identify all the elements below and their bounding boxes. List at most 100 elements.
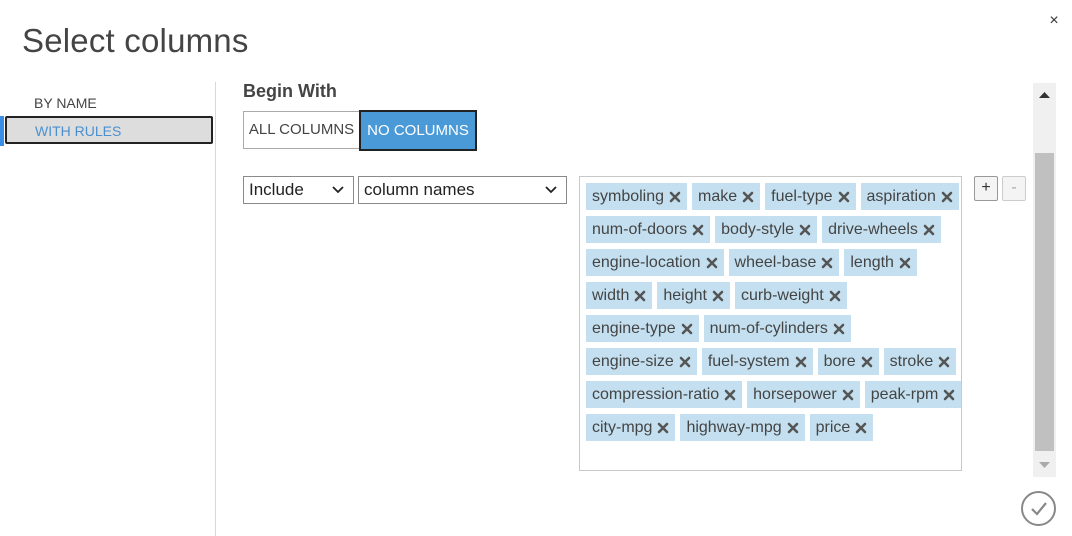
remove-tag-icon[interactable]	[706, 257, 718, 269]
column-tag-box[interactable]: symboling make fuel-type aspiration num-of-d…	[579, 176, 962, 471]
close-icon[interactable]: ×	[1046, 12, 1062, 30]
tag-row: num-of-doors body-style drive-wheels	[586, 216, 961, 243]
column-tag: stroke	[883, 348, 957, 375]
column-tag: fuel-system	[701, 348, 813, 375]
add-rule-button[interactable]: +	[974, 176, 998, 201]
column-tag: peak-rpm	[864, 381, 962, 408]
remove-tag-icon[interactable]	[787, 422, 799, 434]
column-tag-label: engine-size	[592, 352, 674, 370]
column-tag-label: bore	[823, 352, 856, 370]
column-tag-label: width	[592, 286, 630, 304]
remove-tag-icon[interactable]	[724, 389, 736, 401]
chevron-down-icon	[332, 186, 344, 194]
remove-tag-icon[interactable]	[657, 422, 669, 434]
column-tag-label: stroke	[889, 352, 934, 370]
ok-button[interactable]	[1021, 491, 1056, 526]
remove-tag-icon[interactable]	[821, 257, 833, 269]
column-names-select-value: column names	[364, 180, 475, 199]
all-columns-button[interactable]: ALL COLUMNS	[243, 111, 360, 149]
checkmark-icon	[1031, 502, 1047, 516]
remove-tag-icon[interactable]	[681, 323, 693, 335]
column-names-select[interactable]: column names	[358, 176, 567, 204]
tag-row: compression-ratio horsepower peak-rpm	[586, 381, 962, 408]
column-tag: highway-mpg	[680, 414, 805, 441]
column-tag: make	[692, 183, 761, 210]
sidebar-item-with-rules[interactable]: WITH RULES	[5, 116, 213, 144]
column-tag: wheel-base	[728, 249, 840, 276]
remove-rule-button[interactable]: -	[1002, 176, 1026, 201]
column-tag: body-style	[715, 216, 818, 243]
column-tag: horsepower	[747, 381, 860, 408]
column-tag: width	[586, 282, 653, 309]
sidebar: BY NAME WITH RULES	[0, 82, 216, 536]
column-tag-label: body-style	[721, 220, 795, 238]
column-tag-label: length	[850, 253, 894, 271]
chevron-down-icon	[545, 186, 557, 194]
sidebar-divider	[215, 82, 216, 536]
include-select[interactable]: Include	[243, 176, 354, 204]
tag-row: engine-type num-of-cylinders	[586, 315, 961, 342]
column-tag-label: fuel-type	[771, 187, 833, 205]
scroll-up-arrow-icon[interactable]	[1033, 83, 1056, 107]
column-tag-label: peak-rpm	[870, 385, 939, 403]
remove-tag-icon[interactable]	[679, 356, 691, 368]
column-tag-label: compression-ratio	[592, 385, 720, 403]
scroll-down-arrow-icon[interactable]	[1033, 453, 1056, 477]
column-tag: symboling	[586, 183, 688, 210]
remove-tag-icon[interactable]	[712, 290, 724, 302]
tag-row: city-mpg highway-mpg price	[586, 414, 961, 441]
remove-tag-icon[interactable]	[669, 191, 681, 203]
remove-tag-icon[interactable]	[861, 356, 873, 368]
remove-tag-icon[interactable]	[829, 290, 841, 302]
column-tag-label: engine-location	[592, 253, 701, 271]
remove-tag-icon[interactable]	[938, 356, 950, 368]
column-tag-label: horsepower	[753, 385, 837, 403]
column-tag: bore	[817, 348, 879, 375]
column-tag-label: engine-type	[592, 319, 676, 337]
column-tag-label: fuel-system	[707, 352, 790, 370]
column-tag-label: num-of-doors	[592, 220, 688, 238]
remove-tag-icon[interactable]	[795, 356, 807, 368]
remove-tag-icon[interactable]	[842, 389, 854, 401]
column-tag: compression-ratio	[586, 381, 743, 408]
column-tag: height	[657, 282, 730, 309]
remove-tag-icon[interactable]	[742, 191, 754, 203]
column-tag: num-of-doors	[586, 216, 711, 243]
column-tag-label: num-of-cylinders	[709, 319, 828, 337]
column-tag: engine-type	[586, 315, 699, 342]
remove-tag-icon[interactable]	[855, 422, 867, 434]
tag-row: engine-location wheel-base length	[586, 249, 961, 276]
column-tag: price	[809, 414, 874, 441]
selected-indicator	[0, 116, 4, 146]
no-columns-button[interactable]: NO COLUMNS	[359, 110, 477, 151]
sidebar-item-by-name[interactable]: BY NAME	[5, 89, 213, 117]
remove-tag-icon[interactable]	[799, 224, 811, 236]
remove-tag-icon[interactable]	[943, 389, 955, 401]
include-select-value: Include	[249, 180, 304, 199]
column-tag: fuel-type	[765, 183, 856, 210]
remove-tag-icon[interactable]	[833, 323, 845, 335]
remove-tag-icon[interactable]	[899, 257, 911, 269]
column-tag: curb-weight	[734, 282, 847, 309]
scrollbar[interactable]	[1033, 83, 1056, 477]
remove-tag-icon[interactable]	[692, 224, 704, 236]
begin-with-label: Begin With	[243, 81, 337, 101]
remove-tag-icon[interactable]	[838, 191, 850, 203]
remove-tag-icon[interactable]	[634, 290, 646, 302]
remove-tag-icon[interactable]	[923, 224, 935, 236]
column-tag: length	[844, 249, 917, 276]
column-tag: drive-wheels	[822, 216, 941, 243]
remove-tag-icon[interactable]	[941, 191, 953, 203]
column-tag-label: drive-wheels	[828, 220, 918, 238]
tag-row: symboling make fuel-type aspiration	[586, 183, 961, 210]
column-tag: aspiration	[860, 183, 959, 210]
column-tag: engine-location	[586, 249, 724, 276]
scrollbar-thumb[interactable]	[1035, 153, 1054, 451]
column-tag: engine-size	[586, 348, 697, 375]
dialog-title: Select columns	[22, 22, 249, 59]
column-tag: num-of-cylinders	[703, 315, 851, 342]
tag-row: width height curb-weight	[586, 282, 961, 309]
column-tag-label: wheel-base	[734, 253, 817, 271]
tag-row: engine-size fuel-system bore stroke	[586, 348, 961, 375]
column-tag-label: curb-weight	[740, 286, 824, 304]
